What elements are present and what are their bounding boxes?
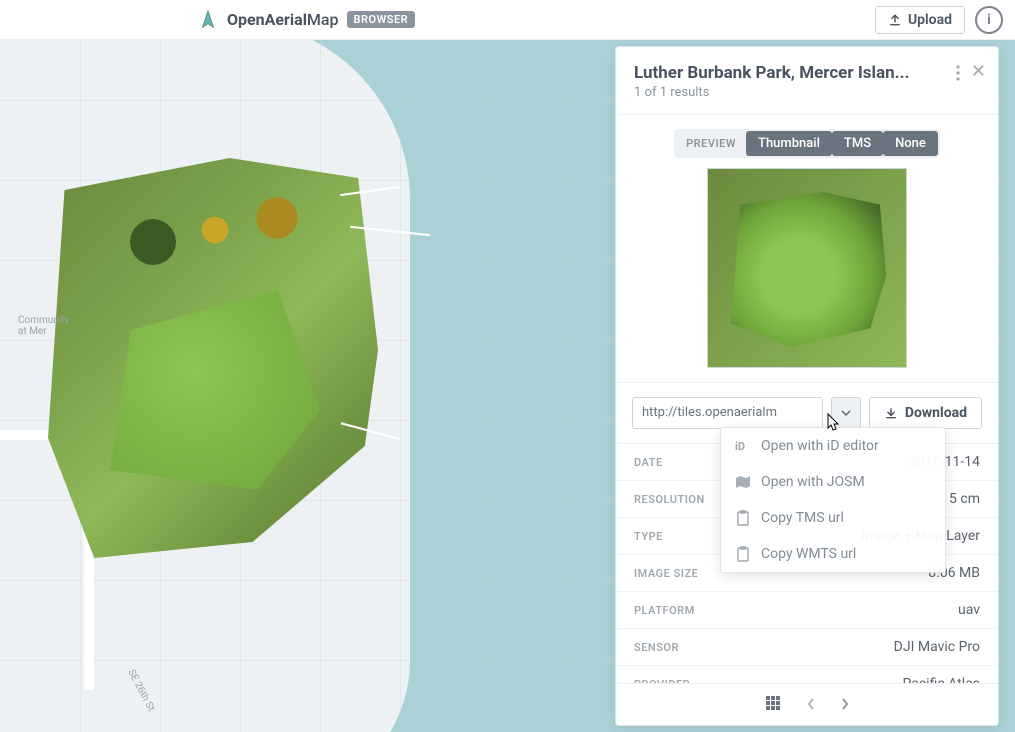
panel-subtitle: 1 of 1 results [634, 85, 950, 100]
panel-more-button[interactable] [956, 65, 960, 85]
details-panel: Luther Burbank Park, Mercer Islan... 1 o… [615, 46, 999, 726]
header-actions: Upload i [875, 6, 1003, 34]
url-dropdown-menu: iD Open with iD editor Open with JOSM Co… [720, 427, 946, 573]
dd-label: Copy WMTS url [761, 546, 856, 562]
preview-section: PREVIEW Thumbnail TMS None [616, 115, 998, 383]
thumbnail-image [707, 168, 907, 368]
download-label: Download [905, 405, 967, 421]
preview-opt-tms[interactable]: TMS [832, 131, 883, 156]
chevron-left-icon [807, 698, 815, 710]
download-icon [884, 406, 898, 420]
upload-icon [888, 13, 902, 27]
upload-button[interactable]: Upload [875, 6, 965, 34]
preview-opt-thumbnail[interactable]: Thumbnail [746, 131, 832, 156]
dd-label: Open with iD editor [761, 438, 879, 454]
url-dropdown-button[interactable] [831, 397, 861, 429]
preview-opt-none[interactable]: None [883, 131, 938, 156]
svg-text:iD: iD [735, 440, 745, 453]
chevron-right-icon [841, 698, 849, 710]
grid-view-button[interactable] [765, 695, 781, 715]
map-icon [735, 474, 751, 490]
app-header: OpenAerialMap BROWSER Upload i [0, 0, 1015, 40]
prev-button[interactable] [807, 695, 815, 714]
meta-row-platform: PLATFORMuav [616, 592, 998, 629]
download-button[interactable]: Download [869, 397, 982, 429]
aerial-trees [60, 170, 370, 290]
map-label-community: Community at Mer [18, 315, 69, 337]
upload-label: Upload [908, 12, 952, 28]
chevron-down-icon [841, 410, 851, 416]
dd-open-josm[interactable]: Open with JOSM [721, 464, 945, 500]
brand: OpenAerialMap BROWSER [197, 9, 415, 31]
logo-icon [197, 9, 219, 31]
dd-label: Copy TMS url [761, 510, 844, 526]
preview-label: PREVIEW [676, 133, 746, 154]
panel-footer [616, 683, 998, 725]
clipboard-icon [735, 510, 751, 526]
more-vertical-icon [956, 65, 960, 81]
next-button[interactable] [841, 695, 849, 714]
dd-label: Open with JOSM [761, 474, 865, 490]
dd-copy-tms[interactable]: Copy TMS url [721, 500, 945, 536]
clipboard-icon [735, 546, 751, 562]
dd-copy-wmts[interactable]: Copy WMTS url [721, 536, 945, 572]
tile-url-input[interactable]: http://tiles.openaerialm [632, 397, 823, 429]
brand-text: OpenAerialMap [227, 10, 339, 29]
meta-row-provider: PROVIDERPacific Atlas [616, 666, 998, 683]
dd-open-id-editor[interactable]: iD Open with iD editor [721, 428, 945, 464]
panel-header: Luther Burbank Park, Mercer Islan... 1 o… [616, 47, 998, 115]
tools-row: http://tiles.openaerialm Download iD Ope… [616, 383, 998, 444]
meta-row-sensor: SENSORDJI Mavic Pro [616, 629, 998, 666]
grid-icon [765, 695, 781, 711]
browser-badge: BROWSER [347, 11, 416, 28]
panel-title: Luther Burbank Park, Mercer Islan... [634, 63, 950, 83]
info-button[interactable]: i [975, 6, 1003, 34]
id-editor-icon: iD [735, 438, 751, 454]
panel-close-button[interactable]: ✕ [971, 63, 986, 81]
preview-toggle: PREVIEW Thumbnail TMS None [674, 129, 940, 158]
